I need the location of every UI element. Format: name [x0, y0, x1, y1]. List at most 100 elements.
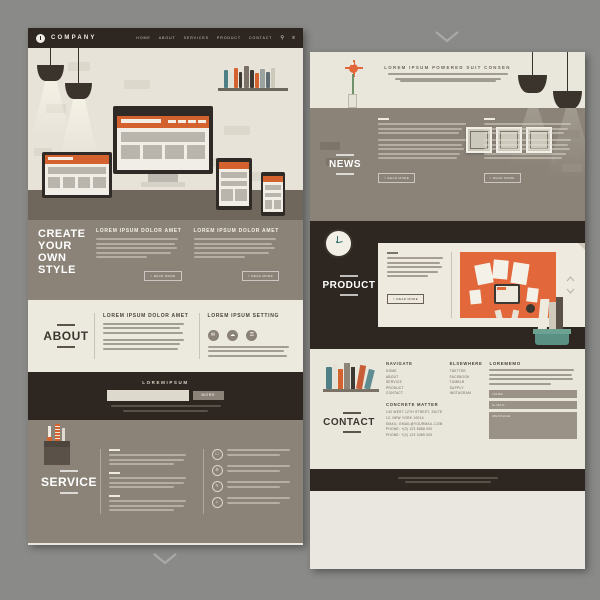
hero-read-more-button-2[interactable]: > READ MORE: [241, 271, 279, 281]
email-field[interactable]: E-MAIL: [489, 400, 577, 409]
hero-column: LOREM IPSUM DOLOR AMET > READ MORE: [96, 228, 182, 292]
service-feature-item-2[interactable]: ⚙: [211, 465, 294, 477]
hero-column-title-2: LOREM IPSUM DOLOR AMET: [193, 228, 279, 234]
subscribe-title: LOREMIPSUM: [142, 380, 189, 386]
service-text-item-2: [109, 472, 191, 489]
mail-icon[interactable]: ✉: [207, 329, 219, 341]
about-column-body: [103, 322, 189, 350]
about-column-body-2: [207, 345, 294, 357]
concrete-matter-line: 140 WEST 12TH STREET, SUITE: [386, 410, 443, 415]
service-feature-item-4[interactable]: ☼: [211, 497, 294, 509]
subscribe-more-button[interactable]: MORE: [192, 391, 225, 401]
nav-link-product[interactable]: PRODUCT: [217, 36, 241, 40]
top-banner: LOREM IPSUM POWERED SUIT CONSEN: [310, 52, 585, 108]
about-column-2: LOREM IPSUM SETTING ✉ ☁ ⚿: [198, 312, 294, 360]
elsewhere-title: ELSEWHERE: [449, 361, 483, 366]
monitor-icon: ☐: [211, 449, 223, 461]
about-column-title-2: LOREM IPSUM SETTING: [207, 312, 280, 319]
elsewhere-item[interactable]: TUMBLR: [450, 380, 483, 384]
banner-body: [388, 73, 508, 82]
page-fold-corner-icon: [578, 243, 585, 250]
news-read-more-button-2[interactable]: > READ MORE: [483, 173, 521, 183]
product-read-more-button[interactable]: > READ MORE: [387, 294, 425, 304]
about-column-title: LOREM IPSUM DOLOR AMET: [103, 312, 189, 319]
books-on-shelf-icon: [323, 361, 381, 393]
elsewhere-item[interactable]: FACEBOOK: [450, 375, 483, 379]
scroll-down-chevron-top[interactable]: [434, 30, 460, 43]
elsewhere-list: TWITTER FACEBOOK TUMBLR SUPPLY INSTAGRAM: [450, 369, 483, 395]
service-text-item: [109, 449, 191, 466]
chat-icon[interactable]: ☁: [226, 329, 238, 341]
banner-title: LOREM IPSUM POWERED SUIT CONSEN: [384, 65, 511, 70]
hero-read-more-button[interactable]: > READ MORE: [144, 271, 182, 281]
navigate-item[interactable]: PRODUCT: [386, 386, 443, 390]
page-two: LOREM IPSUM POWERED SUIT CONSEN NEWS > R…: [310, 52, 585, 569]
news-label-wrap: NEWS: [320, 151, 370, 178]
logo-icon[interactable]: [36, 33, 45, 43]
message-field[interactable]: MESSAGE: [489, 411, 577, 439]
hero-heading-line-4: STYLE: [38, 264, 76, 276]
top-navbar: COMPANY HOME ABOUT SERVICES PRODUCT CONT…: [28, 28, 303, 48]
page-one: COMPANY HOME ABOUT SERVICES PRODUCT CONT…: [28, 28, 303, 545]
form-body: [489, 369, 577, 385]
footer-elsewhere-column: ELSEWHERE TWITTER FACEBOOK TUMBLR SUPPLY…: [450, 361, 483, 461]
news-read-more-button[interactable]: > READ MORE: [378, 173, 416, 183]
elsewhere-item[interactable]: INSTAGRAM: [450, 391, 483, 395]
news-section: NEWS > READ MORE > READ MORE: [310, 108, 585, 221]
footer-form-column: LOREMEMO NAME E-MAIL MESSAGE: [489, 361, 577, 461]
news-column-2: > READ MORE: [483, 118, 576, 211]
hamburger-menu-icon[interactable]: ≡: [292, 35, 295, 41]
navigate-item[interactable]: ABOUT: [386, 375, 443, 379]
concrete-matter-title: CONCRETE MATTER: [386, 402, 439, 408]
subscribe-input[interactable]: [106, 390, 189, 402]
news-label: NEWS: [329, 159, 361, 170]
potted-plant-icon: [533, 297, 571, 349]
hero-text-band: CREATE YOUR OWN STYLE LOREM IPSUM DOLOR …: [28, 220, 303, 300]
elsewhere-item[interactable]: TWITTER: [450, 369, 483, 373]
navigate-item[interactable]: SERVICE: [386, 380, 443, 384]
concrete-matter-line: 12, NEW YORK 10014: [386, 415, 424, 420]
pendant-lamp-icon-3: [518, 75, 547, 93]
concrete-matter-line: PHONE: +(0) 123 8888 000: [386, 427, 433, 432]
hero-column-body-2: [193, 238, 280, 258]
product-card-body: [387, 257, 445, 277]
pendant-lamp-icon: [37, 65, 64, 81]
hero-heading-line-3: OWN: [38, 252, 67, 264]
pendant-lamp-icon-2: [65, 83, 92, 99]
nav-link-home[interactable]: HOME: [136, 36, 150, 40]
hero-illustration: [28, 48, 303, 220]
lock-icon[interactable]: ⚿: [246, 329, 258, 341]
product-section: PRODUCT > READ MORE: [310, 221, 585, 349]
chevron-down-icon-card: [566, 288, 574, 294]
service-feature-item[interactable]: ☐: [211, 449, 294, 461]
service-text-item-3: [109, 495, 191, 512]
navigate-item[interactable]: HOME: [386, 369, 443, 373]
nav-link-contact[interactable]: CONTACT: [249, 36, 272, 40]
hero-heading: CREATE YOUR OWN STYLE: [38, 228, 90, 292]
bulb-icon: ☼: [211, 497, 223, 509]
about-column: LOREM IPSUM DOLOR AMET: [94, 312, 189, 360]
hero-heading-line-1: CREATE: [38, 228, 86, 240]
nav-link-services[interactable]: SERVICES: [184, 36, 209, 40]
product-label-wrap: PRODUCT: [320, 272, 378, 299]
hero-column-2: LOREM IPSUM DOLOR AMET > READ MORE: [193, 228, 280, 292]
navigate-list: HOME ABOUT SERVICE PRODUCT CONTACT: [386, 369, 443, 395]
concrete-matter-line: EMAIL: EMAIL@YOURMAIL.COM: [386, 421, 443, 426]
search-icon[interactable]: ⚲: [280, 35, 284, 41]
elsewhere-item[interactable]: SUPPLY: [450, 386, 483, 390]
news-column-body: [378, 123, 470, 159]
contact-section: CONTACT NAVIGATE HOME ABOUT SERVICE PROD…: [310, 349, 585, 469]
nav-link-about[interactable]: ABOUT: [159, 36, 176, 40]
service-feature-item-3[interactable]: ✎: [211, 481, 294, 493]
about-label: ABOUT: [43, 329, 89, 343]
navigate-item[interactable]: CONTACT: [386, 391, 443, 395]
subscribe-note: [110, 405, 221, 412]
service-section: SERVICE ☐ ⚙ ✎ ☼: [28, 420, 303, 543]
footer-navigate-column: NAVIGATE HOME ABOUT SERVICE PRODUCT CONT…: [386, 361, 443, 461]
scroll-down-chevron-bottom[interactable]: [152, 552, 178, 565]
service-text-column: [100, 449, 191, 514]
service-label: SERVICE: [41, 474, 97, 489]
name-field[interactable]: NAME: [489, 389, 577, 398]
brand-name: COMPANY: [51, 35, 97, 41]
nav-links: HOME ABOUT SERVICES PRODUCT CONTACT ⚲ ≡: [136, 35, 295, 41]
